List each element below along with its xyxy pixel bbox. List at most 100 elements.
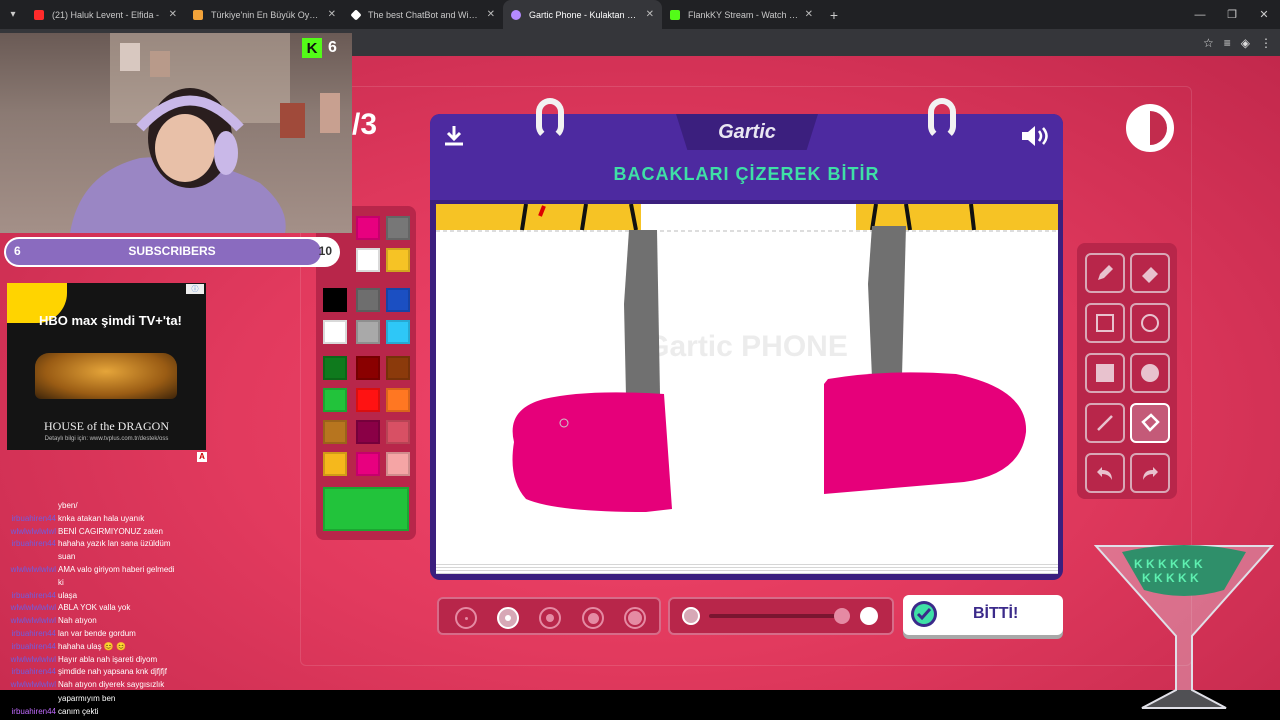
youtube-icon	[34, 9, 44, 20]
chat-bottom-strip: yaparmıyım ben irbuahiren44 canım çekti	[0, 690, 1280, 720]
chat-text: Nah atıyon diyerek saygısızlık	[58, 680, 165, 690]
color-swatch[interactable]	[356, 420, 380, 444]
color-swatch[interactable]	[386, 216, 410, 240]
color-swatch[interactable]	[356, 248, 380, 272]
pencil-icon[interactable]	[1085, 253, 1125, 293]
star-icon[interactable]: ☆	[1203, 36, 1214, 50]
close-tab-icon[interactable]: ✕	[646, 9, 654, 20]
rectangle-fill-icon[interactable]	[1085, 353, 1125, 393]
redo-icon[interactable]	[1130, 453, 1170, 493]
ad-info-icon[interactable]: ⓘ	[186, 284, 204, 294]
chat-text: ABLA YOK valla yok	[58, 603, 131, 613]
menu-icon[interactable]: ⋮	[1260, 36, 1272, 50]
chat-username[interactable]: irbuahiren44	[4, 513, 56, 526]
ad-title: HOUSE of the DRAGON	[44, 419, 169, 433]
tab-title: Türkiye'nin En Büyük Oyuncu D	[211, 9, 322, 20]
color-swatch[interactable]	[323, 356, 347, 380]
chat-username[interactable]: irbuahiren44	[4, 705, 56, 718]
tab-title: (21) Haluk Levent - Elfida -	[52, 9, 160, 20]
notebook-ring	[536, 98, 564, 140]
done-button[interactable]: BİTTİ!	[903, 595, 1063, 635]
sub-goal-current: 6	[14, 244, 21, 258]
ad-subtitle: Detaylı bilgi için: www.tvplus.com.tr/de…	[44, 436, 169, 442]
browser-tab-active[interactable]: Gartic Phone - Kulaktan Kulağa ✕	[503, 0, 662, 29]
color-swatch[interactable]	[323, 388, 347, 412]
maximize-button[interactable]: ❐	[1216, 0, 1248, 29]
color-swatch[interactable]	[386, 356, 410, 380]
color-swatch[interactable]	[356, 356, 380, 380]
color-swatch[interactable]	[323, 320, 347, 344]
brush-size-option[interactable]	[624, 607, 646, 629]
chat-username[interactable]: wlwlwlwlwlwl	[4, 615, 56, 628]
color-swatch[interactable]	[386, 452, 410, 476]
color-swatch[interactable]	[386, 288, 410, 312]
chat-username[interactable]: irbuahiren44	[4, 538, 56, 551]
close-window-button[interactable]: ✕	[1248, 0, 1280, 29]
browser-tab[interactable]: Türkiye'nin En Büyük Oyuncu D ✕	[185, 0, 344, 29]
extension-icon[interactable]: ◈	[1241, 36, 1250, 50]
color-swatch[interactable]	[386, 420, 410, 444]
minimize-button[interactable]: —	[1184, 0, 1216, 29]
close-tab-icon[interactable]: ✕	[487, 9, 495, 20]
chat-text: Nah atıyon	[58, 616, 97, 626]
close-tab-icon[interactable]: ✕	[805, 9, 813, 20]
sound-icon[interactable]	[1020, 124, 1052, 153]
chat-message: irbuahiren44 knka atakan hala uyanık	[0, 513, 300, 526]
chat-message: wlwlwlwlwlwl ABLA YOK valla yok	[0, 602, 300, 615]
color-swatch[interactable]	[323, 452, 347, 476]
brush-size-option[interactable]	[582, 607, 604, 629]
rectangle-outline-icon[interactable]	[1085, 303, 1125, 343]
brush-size-option[interactable]	[497, 607, 519, 629]
canvas-watermark: Gartic PHONE	[646, 330, 848, 363]
brush-size-option[interactable]	[539, 607, 561, 629]
color-swatch[interactable]	[386, 248, 410, 272]
chat-text: yaparmıyım ben	[58, 694, 116, 703]
chat-username[interactable]: irbuahiren44	[4, 641, 56, 654]
chat-username[interactable]: wlwlwlwlwlwl	[4, 526, 56, 539]
chat-username[interactable]: irbuahiren44	[4, 666, 56, 679]
media-icon[interactable]: ≡	[1224, 36, 1231, 50]
color-swatch[interactable]	[356, 388, 380, 412]
close-tab-icon[interactable]: ✕	[328, 9, 336, 20]
browser-tab[interactable]: The best ChatBot and Widgets ✕	[344, 0, 503, 29]
chat-username[interactable]: irbuahiren44	[4, 628, 56, 641]
color-swatch[interactable]	[323, 420, 347, 444]
drawing-canvas[interactable]: Gartic PHONE	[436, 204, 1058, 562]
line-icon[interactable]	[1085, 403, 1125, 443]
color-swatch[interactable]	[356, 216, 380, 240]
opacity-slider[interactable]	[668, 597, 894, 635]
round-counter: /3	[352, 108, 378, 141]
ellipse-fill-icon[interactable]	[1130, 353, 1170, 393]
tool-panel	[1077, 243, 1177, 499]
ad-banner[interactable]: HBO max şimdi TV+'ta! HOUSE of the DRAGO…	[7, 283, 206, 450]
color-swatch[interactable]	[386, 388, 410, 412]
browser-tab[interactable]: FlankKY Stream - Watch Live on ✕	[662, 0, 821, 29]
brush-size-option[interactable]	[455, 607, 477, 629]
new-tab-button[interactable]: +	[821, 7, 847, 23]
color-swatch[interactable]	[356, 452, 380, 476]
browser-tab[interactable]: (21) Haluk Levent - Elfida - ✕	[26, 0, 185, 29]
chat-username[interactable]: wlwlwlwlwlwl	[4, 602, 56, 615]
close-tab-icon[interactable]: ✕	[169, 9, 177, 20]
color-swatch[interactable]	[356, 320, 380, 344]
bucket-icon[interactable]	[1130, 403, 1170, 443]
viewer-count: 6	[328, 39, 337, 56]
chat-username[interactable]: wlwlwlwlwlwl	[4, 564, 56, 577]
tab-search-icon[interactable]: ▾	[0, 0, 26, 29]
chat-message: yaparmıyım ben	[0, 692, 300, 705]
chat-message: ki	[0, 577, 300, 590]
color-swatch[interactable]	[323, 288, 347, 312]
eraser-icon[interactable]	[1130, 253, 1170, 293]
download-icon[interactable]	[442, 124, 466, 153]
instruction-text: BACAKLARI ÇİZEREK BİTİR	[613, 164, 880, 184]
color-swatch[interactable]	[386, 320, 410, 344]
brush-size-selector	[437, 597, 661, 635]
chat-username[interactable]: irbuahiren44	[4, 590, 56, 603]
sub-goal-target: 10	[318, 244, 332, 258]
color-swatch[interactable]	[356, 288, 380, 312]
undo-icon[interactable]	[1085, 453, 1125, 493]
chat-username[interactable]: wlwlwlwlwlwl	[4, 654, 56, 667]
ellipse-outline-icon[interactable]	[1130, 303, 1170, 343]
chat-message: irbuahiren44 lan var bende gordum	[0, 628, 300, 641]
chat-message: wlwlwlwlwlwl AMA valo giriyom haberi gelm…	[0, 564, 300, 577]
